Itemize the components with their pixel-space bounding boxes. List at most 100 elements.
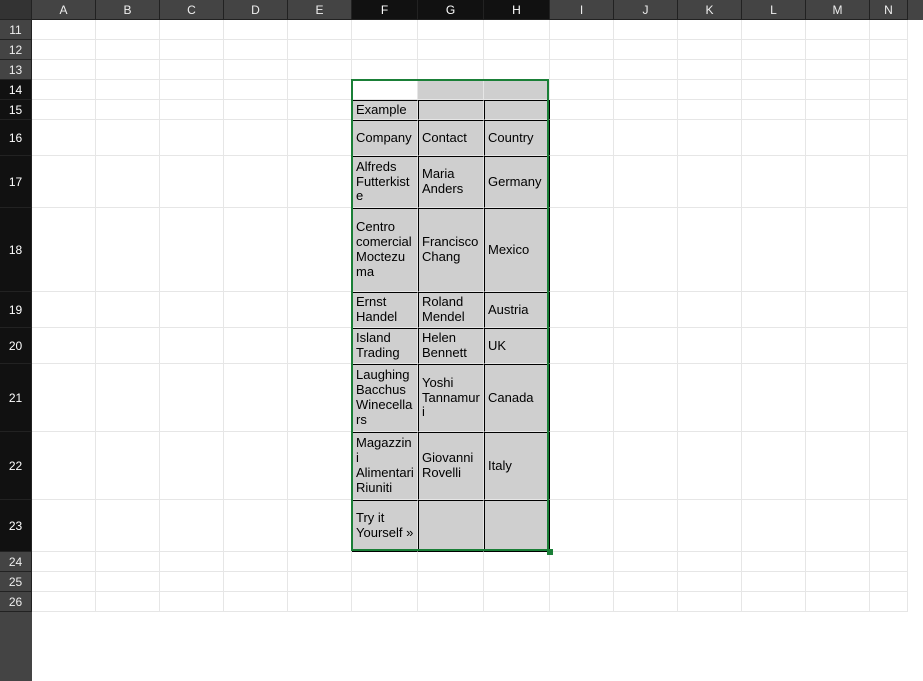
cell-I12[interactable]	[550, 40, 614, 60]
cell-G15[interactable]	[418, 100, 484, 120]
cell-M24[interactable]	[806, 552, 870, 572]
cell-E17[interactable]	[288, 156, 352, 208]
cell-L14[interactable]	[742, 80, 806, 100]
cell-F19[interactable]: Ernst Handel	[352, 292, 418, 328]
cell-H20[interactable]: UK	[484, 328, 550, 364]
cell-K21[interactable]	[678, 364, 742, 432]
cell-G25[interactable]	[418, 572, 484, 592]
grid-area[interactable]: ExampleCompanyContactCountryAlfreds Futt…	[32, 20, 923, 681]
cell-N26[interactable]	[870, 592, 908, 612]
cell-B13[interactable]	[96, 60, 160, 80]
cell-L16[interactable]	[742, 120, 806, 156]
cell-M21[interactable]	[806, 364, 870, 432]
cell-A12[interactable]	[32, 40, 96, 60]
cell-K11[interactable]	[678, 20, 742, 40]
cell-I22[interactable]	[550, 432, 614, 500]
cell-I17[interactable]	[550, 156, 614, 208]
cell-E23[interactable]	[288, 500, 352, 552]
row-header-16[interactable]: 16	[0, 120, 32, 156]
cell-I24[interactable]	[550, 552, 614, 572]
cell-A24[interactable]	[32, 552, 96, 572]
cell-E14[interactable]	[288, 80, 352, 100]
cell-M18[interactable]	[806, 208, 870, 292]
cell-E11[interactable]	[288, 20, 352, 40]
cell-G14[interactable]	[418, 80, 484, 100]
cell-L13[interactable]	[742, 60, 806, 80]
cell-K20[interactable]	[678, 328, 742, 364]
cell-A14[interactable]	[32, 80, 96, 100]
cell-E16[interactable]	[288, 120, 352, 156]
cell-J22[interactable]	[614, 432, 678, 500]
cell-F15[interactable]: Example	[352, 100, 418, 120]
cell-F12[interactable]	[352, 40, 418, 60]
cell-M12[interactable]	[806, 40, 870, 60]
cell-L17[interactable]	[742, 156, 806, 208]
cell-G13[interactable]	[418, 60, 484, 80]
cell-F24[interactable]	[352, 552, 418, 572]
cell-G18[interactable]: Francisco Chang	[418, 208, 484, 292]
row-header-22[interactable]: 22	[0, 432, 32, 500]
cell-E19[interactable]	[288, 292, 352, 328]
cell-I19[interactable]	[550, 292, 614, 328]
cell-M20[interactable]	[806, 328, 870, 364]
cell-J26[interactable]	[614, 592, 678, 612]
row-header-18[interactable]: 18	[0, 208, 32, 292]
cell-D11[interactable]	[224, 20, 288, 40]
cell-F20[interactable]: Island Trading	[352, 328, 418, 364]
cell-H17[interactable]: Germany	[484, 156, 550, 208]
cell-J19[interactable]	[614, 292, 678, 328]
cell-B18[interactable]	[96, 208, 160, 292]
column-header-B[interactable]: B	[96, 0, 160, 20]
cell-H23[interactable]	[484, 500, 550, 552]
cell-L15[interactable]	[742, 100, 806, 120]
column-header-N[interactable]: N	[870, 0, 908, 20]
cell-F13[interactable]	[352, 60, 418, 80]
cell-M26[interactable]	[806, 592, 870, 612]
cell-E21[interactable]	[288, 364, 352, 432]
cell-K14[interactable]	[678, 80, 742, 100]
cell-N18[interactable]	[870, 208, 908, 292]
cell-A20[interactable]	[32, 328, 96, 364]
row-header-26[interactable]: 26	[0, 592, 32, 612]
cell-F18[interactable]: Centro comercial Moctezuma	[352, 208, 418, 292]
cell-F16[interactable]: Company	[352, 120, 418, 156]
cell-B26[interactable]	[96, 592, 160, 612]
cell-F23[interactable]: Try it Yourself »	[352, 500, 418, 552]
cell-N25[interactable]	[870, 572, 908, 592]
cell-C18[interactable]	[160, 208, 224, 292]
cell-I14[interactable]	[550, 80, 614, 100]
cell-N19[interactable]	[870, 292, 908, 328]
cell-L20[interactable]	[742, 328, 806, 364]
cell-C19[interactable]	[160, 292, 224, 328]
cell-E18[interactable]	[288, 208, 352, 292]
cell-M25[interactable]	[806, 572, 870, 592]
cell-D21[interactable]	[224, 364, 288, 432]
cell-D24[interactable]	[224, 552, 288, 572]
cell-L18[interactable]	[742, 208, 806, 292]
row-header-14[interactable]: 14	[0, 80, 32, 100]
cell-D15[interactable]	[224, 100, 288, 120]
cell-A25[interactable]	[32, 572, 96, 592]
cell-H21[interactable]: Canada	[484, 364, 550, 432]
row-header-15[interactable]: 15	[0, 100, 32, 120]
cell-C12[interactable]	[160, 40, 224, 60]
cell-L11[interactable]	[742, 20, 806, 40]
cell-J12[interactable]	[614, 40, 678, 60]
cell-B21[interactable]	[96, 364, 160, 432]
row-header-12[interactable]: 12	[0, 40, 32, 60]
cell-G19[interactable]: Roland Mendel	[418, 292, 484, 328]
cell-H16[interactable]: Country	[484, 120, 550, 156]
cell-H12[interactable]	[484, 40, 550, 60]
cell-J11[interactable]	[614, 20, 678, 40]
cell-E20[interactable]	[288, 328, 352, 364]
cell-K16[interactable]	[678, 120, 742, 156]
cell-E22[interactable]	[288, 432, 352, 500]
cell-D23[interactable]	[224, 500, 288, 552]
cell-F25[interactable]	[352, 572, 418, 592]
cell-L12[interactable]	[742, 40, 806, 60]
cell-F21[interactable]: Laughing Bacchus Winecellars	[352, 364, 418, 432]
cell-A22[interactable]	[32, 432, 96, 500]
row-header-25[interactable]: 25	[0, 572, 32, 592]
cell-A23[interactable]	[32, 500, 96, 552]
column-header-K[interactable]: K	[678, 0, 742, 20]
